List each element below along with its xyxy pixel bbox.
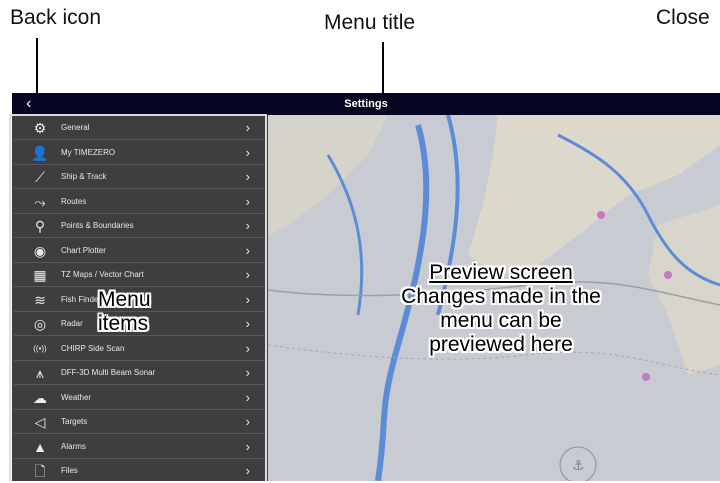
menu-item-label: General bbox=[61, 123, 90, 132]
chevron-right-icon: › bbox=[245, 414, 250, 429]
ship-track-icon: ⟋ bbox=[35, 169, 45, 185]
menu-items-callout-line-1: Menu bbox=[98, 288, 151, 311]
menu-item-weather[interactable]: ☁ Weather › bbox=[14, 386, 264, 410]
chevron-right-icon: › bbox=[245, 463, 250, 478]
menu-items-callout-line-2: items bbox=[98, 312, 149, 335]
chevron-right-icon: › bbox=[245, 340, 250, 356]
menu-item-targets[interactable]: ◁ Targets › bbox=[14, 410, 264, 434]
chevron-right-icon: › bbox=[245, 218, 250, 233]
menu-item-label: Alarms bbox=[61, 441, 86, 451]
menu-title: Settings bbox=[344, 98, 388, 110]
menu-item-files[interactable]: 🗋 Files › bbox=[14, 459, 264, 481]
preview-line-1: Changes made in the bbox=[401, 285, 601, 308]
svg-text:⚓: ⚓ bbox=[572, 458, 585, 474]
chevron-right-icon: › bbox=[245, 389, 250, 405]
back-icon-callout: Back icon bbox=[10, 6, 102, 29]
preview-line-2: menu can be bbox=[440, 309, 562, 332]
chevron-right-icon: › bbox=[245, 365, 250, 380]
title-bar: ‹ Settings bbox=[12, 93, 720, 115]
menu-item-label: Fish Finder bbox=[61, 294, 102, 304]
chevron-right-icon: › bbox=[245, 438, 250, 454]
menu-item-tz-maps[interactable]: ▦ TZ Maps / Vector Chart › bbox=[14, 263, 264, 287]
menu-item-dff3d-sonar[interactable]: ⩚ DFF-3D Multi Beam Sonar › bbox=[14, 361, 264, 385]
menu-item-label: Radar bbox=[61, 319, 83, 328]
fish-finder-icon: ≋ bbox=[34, 291, 46, 308]
tz-maps-icon: ▦ bbox=[33, 267, 47, 283]
user-tz-icon: 👤 bbox=[31, 144, 49, 161]
chevron-right-icon: › bbox=[245, 120, 250, 135]
chevron-right-icon: › bbox=[245, 144, 250, 160]
preview-screen-callout: Preview screen Changes made in the menu … bbox=[386, 261, 616, 357]
menu-item-general[interactable]: ⚙ General › bbox=[14, 116, 264, 140]
chevron-right-icon: › bbox=[245, 267, 250, 282]
preview-heading: Preview screen bbox=[429, 261, 573, 284]
chevron-right-icon: › bbox=[245, 169, 250, 184]
menu-items-callout: Menu items bbox=[98, 288, 174, 336]
chevron-right-icon: › bbox=[245, 316, 250, 331]
menu-item-label: Ship & Track bbox=[61, 172, 107, 181]
menu-item-label: Chart Plotter bbox=[61, 245, 106, 255]
menu-item-my-timezero[interactable]: 👤 My TIMEZERO › bbox=[14, 141, 264, 165]
chart-plotter-icon: ◉ bbox=[33, 242, 47, 259]
menu-item-label: CHIRP Side Scan bbox=[61, 343, 125, 353]
back-icon-leader bbox=[36, 38, 38, 93]
sonar-icon: ⩚ bbox=[36, 365, 44, 381]
menu-item-label: Files bbox=[61, 466, 78, 475]
menu-item-alarms[interactable]: ▲ Alarms › bbox=[14, 435, 264, 459]
chevron-right-icon: › bbox=[245, 291, 250, 307]
gears-icon: ⚙ bbox=[33, 120, 47, 136]
menu-title-callout: Menu title bbox=[324, 11, 416, 34]
radar-icon: ◎ bbox=[33, 316, 47, 332]
route-icon: ⤳ bbox=[34, 193, 46, 210]
chevron-right-icon: › bbox=[245, 242, 250, 258]
alarm-icon: ▲ bbox=[33, 438, 47, 455]
menu-item-chirp-side-scan[interactable]: ((•)) CHIRP Side Scan › bbox=[14, 337, 264, 361]
menu-item-label: My TIMEZERO bbox=[61, 147, 116, 157]
preview-line-3: previewed here bbox=[429, 333, 573, 356]
points-icon: ⚲ bbox=[34, 218, 46, 234]
weather-icon: ☁ bbox=[33, 389, 47, 406]
menu-item-label: Weather bbox=[61, 392, 92, 402]
menu-item-chart-plotter[interactable]: ◉ Chart Plotter › bbox=[14, 239, 264, 263]
menu-item-label: Targets bbox=[61, 417, 88, 426]
targets-icon: ◁ bbox=[34, 414, 46, 430]
menu-item-label: Routes bbox=[61, 196, 87, 206]
menu-item-points-boundaries[interactable]: ⚲ Points & Boundaries › bbox=[14, 214, 264, 238]
menu-item-label: Points & Boundaries bbox=[61, 221, 134, 230]
menu-item-label: TZ Maps / Vector Chart bbox=[61, 270, 144, 279]
side-scan-icon: ((•)) bbox=[33, 343, 47, 353]
menu-item-ship-track[interactable]: ⟋ Ship & Track › bbox=[14, 165, 264, 189]
menu-title-leader bbox=[382, 42, 384, 93]
close-callout: Close bbox=[656, 6, 710, 29]
menu-item-label: DFF-3D Multi Beam Sonar bbox=[61, 368, 156, 377]
menu-item-routes[interactable]: ⤳ Routes › bbox=[14, 190, 264, 214]
preview-screen: ⚓ Preview screen Changes made in the men… bbox=[268, 115, 720, 481]
chevron-right-icon: › bbox=[245, 193, 250, 209]
files-icon: 🗋 bbox=[34, 463, 46, 479]
